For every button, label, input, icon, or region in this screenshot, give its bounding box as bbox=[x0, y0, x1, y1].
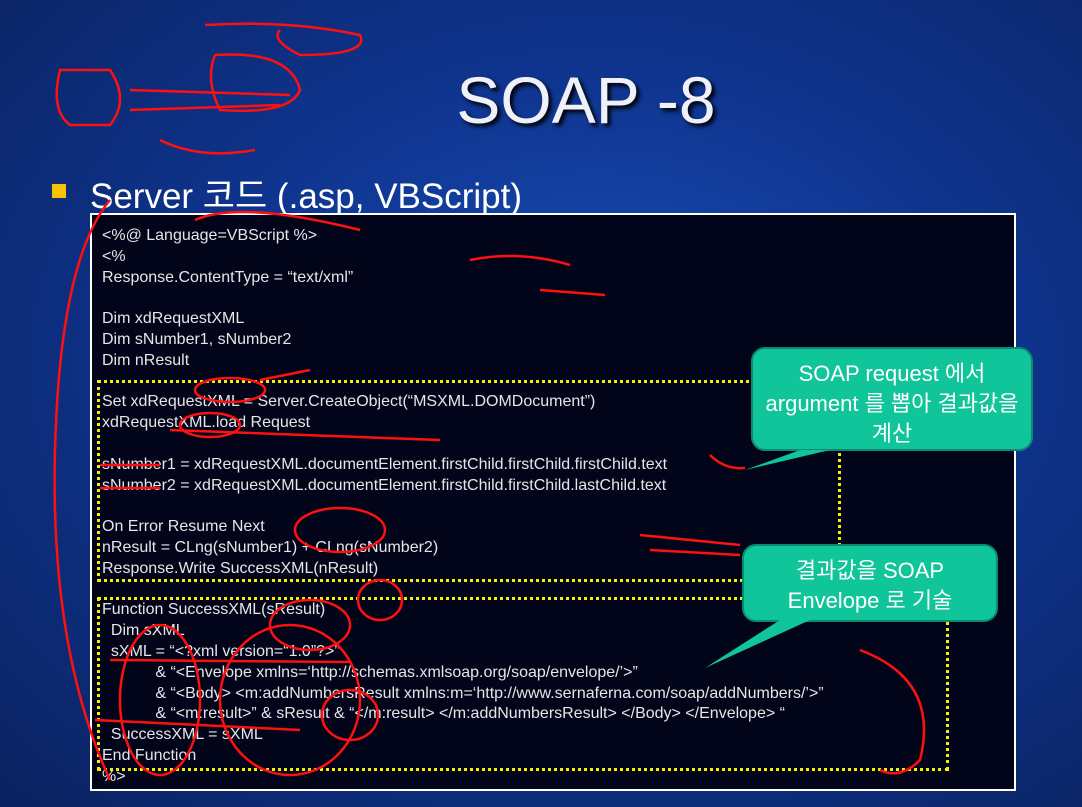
callout-pointer bbox=[745, 450, 830, 470]
handwritten-annotations bbox=[53, 22, 926, 781]
callout-pointer bbox=[705, 620, 810, 668]
